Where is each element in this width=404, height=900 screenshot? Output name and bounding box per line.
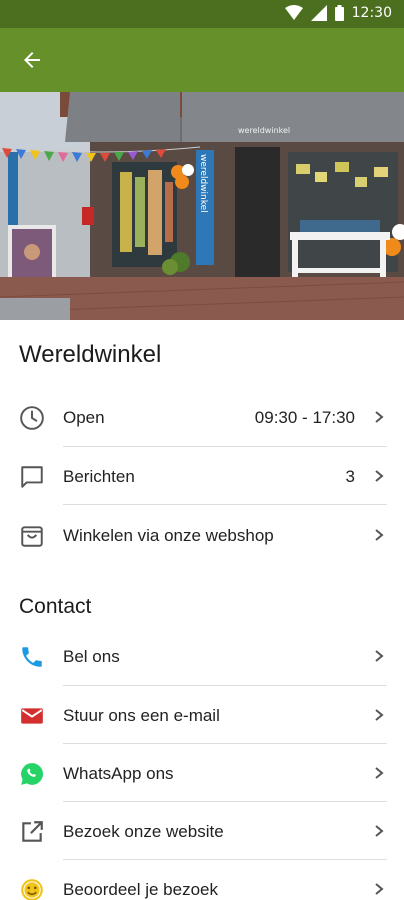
shop-title: Wereldwinkel <box>19 341 162 368</box>
call-label: Bel ons <box>63 647 120 666</box>
mail-icon <box>21 708 43 724</box>
message-icon <box>21 466 43 488</box>
opening-hours-row[interactable]: Open 09:30 - 17:30 <box>0 388 404 446</box>
divider <box>63 504 387 505</box>
email-label: Stuur ons een e-mail <box>63 706 220 725</box>
webshop-row[interactable]: Winkelen via onze webshop <box>0 506 404 564</box>
chevron-right-icon <box>375 470 384 482</box>
clock-icon <box>20 406 44 430</box>
website-label: Bezoek onze website <box>63 822 224 841</box>
external-link-icon <box>22 821 43 842</box>
chevron-right-icon <box>375 650 384 662</box>
shopping-bag-icon <box>21 526 43 547</box>
status-time: 12:30 <box>351 5 392 21</box>
chevron-right-icon <box>375 411 384 423</box>
opening-hours-label: Open <box>63 408 105 427</box>
email-row[interactable]: Stuur ons een e-mail <box>0 686 404 744</box>
review-row[interactable]: Beoordeel je bezoek <box>0 860 404 900</box>
chevron-right-icon <box>375 825 384 837</box>
messages-count: 3 <box>345 467 355 486</box>
wifi-icon <box>284 5 303 20</box>
shop-sign: wereldwinkel <box>198 154 208 213</box>
contact-heading: Contact <box>19 595 92 618</box>
battery-icon <box>334 5 344 21</box>
signal-icon <box>310 5 327 21</box>
app-bar <box>0 28 404 92</box>
phone-icon <box>22 647 42 667</box>
chevron-right-icon <box>375 883 384 895</box>
whatsapp-row[interactable]: WhatsApp ons <box>0 744 404 802</box>
whatsapp-label: WhatsApp ons <box>63 764 174 783</box>
arrow-back-icon[interactable] <box>20 48 44 72</box>
whatsapp-icon <box>21 763 43 785</box>
opening-hours-value: 09:30 - 17:30 <box>254 408 355 427</box>
messages-row[interactable]: Berichten 3 <box>0 447 404 505</box>
status-bar: 12:30 <box>0 0 404 28</box>
storefront-photo: wereldwinkel wereldwinkel <box>0 92 404 320</box>
messages-label: Berichten <box>63 467 135 486</box>
chevron-right-icon <box>375 767 384 779</box>
call-row[interactable]: Bel ons <box>0 627 404 685</box>
smiley-icon <box>21 879 43 900</box>
chevron-right-icon <box>375 709 384 721</box>
chevron-right-icon <box>375 529 384 541</box>
review-label: Beoordeel je bezoek <box>63 880 219 899</box>
awning-sign: wereldwinkel <box>238 126 290 135</box>
webshop-label: Winkelen via onze webshop <box>63 526 274 545</box>
website-row[interactable]: Bezoek onze website <box>0 802 404 860</box>
